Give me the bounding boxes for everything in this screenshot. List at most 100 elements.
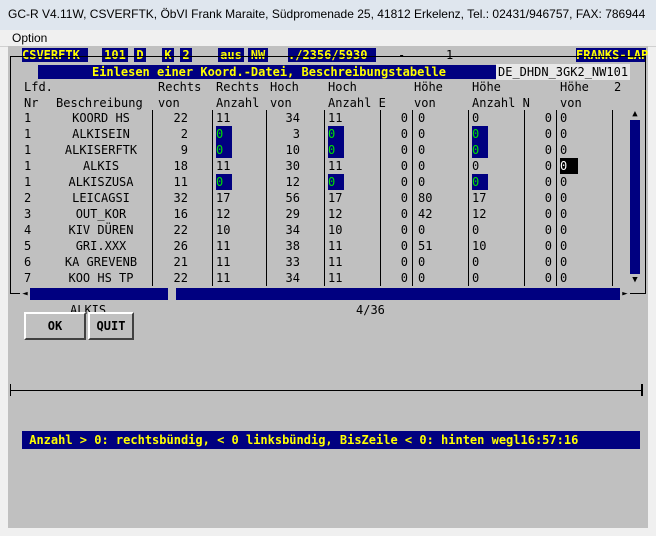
cell-e: 0: [400, 207, 408, 221]
cell-desc: KOO HS TP: [68, 271, 134, 285]
cell-n: 0: [544, 271, 552, 285]
console-area: CSVERFTK 101 D K 2 aus NW ./2356/5930 - …: [8, 46, 648, 528]
scroll-up-icon[interactable]: ▲: [630, 108, 640, 120]
divider-left-cap: [10, 384, 11, 396]
cell-hov: 42: [418, 207, 433, 221]
cell-rv: 21: [173, 255, 188, 269]
cell-hv: 56: [285, 191, 300, 205]
cell-ha: 11: [328, 159, 343, 173]
cell-nr: 1: [24, 159, 32, 173]
cell-n: 0: [544, 223, 552, 237]
col-hoehe-2: Höhe: [472, 80, 501, 94]
cell-n: 0: [544, 239, 552, 253]
table-row[interactable]: 2 LEICAGSI 32 17 56 17 0 80 17 0 0: [8, 190, 628, 206]
scroll-left-icon[interactable]: ◄: [20, 288, 30, 300]
col-two: 2: [614, 80, 622, 94]
cell-hoa: 0: [472, 174, 502, 190]
cell-nr: 1: [24, 175, 32, 189]
col-rechts-von: von: [158, 96, 180, 110]
cell-hoa: 0: [472, 255, 480, 269]
cell-h2: 0: [560, 255, 568, 269]
cell-e: 0: [400, 255, 408, 269]
cell-ha: 11: [328, 111, 343, 125]
record-position: 4/36: [356, 303, 385, 317]
highlighted-value: 0: [328, 142, 344, 158]
cell-nr: 6: [24, 255, 32, 269]
highlighted-value: 0: [216, 174, 232, 190]
cell-rv: 26: [173, 239, 188, 253]
cell-e: 0: [400, 191, 408, 205]
highlighted-value: 0: [472, 142, 488, 158]
cell-ra: 0: [216, 174, 246, 190]
cell-ra: 0: [216, 142, 246, 158]
table-row[interactable]: 1 ALKISZUSA 11 0 12 0 0 0 0 0 0: [8, 174, 628, 190]
cell-h2: 0: [560, 111, 568, 125]
cell-h2: 0: [560, 175, 568, 189]
table-row[interactable]: 6 KA GREVENB 21 11 33 11 0 0 0 0 0: [8, 254, 628, 270]
table-row[interactable]: 1 ALKIS 18 11 30 11 0 0 0 0 0: [8, 158, 628, 174]
horizontal-scroll-thumb[interactable]: [168, 288, 176, 300]
cell-ha: 0: [328, 126, 358, 142]
cell-ra: 12: [216, 207, 231, 221]
table-row[interactable]: 1 KOORD HS 22 11 34 11 0 0 0 0 0: [8, 110, 628, 126]
title-bar[interactable]: GC-R V4.11W, CSVERFTK, ÖbVI Frank Marait…: [0, 0, 656, 31]
col-hoehe-1: Höhe: [414, 80, 443, 94]
cell-rv: 22: [173, 111, 188, 125]
cell-e: 0: [400, 127, 408, 141]
table-row[interactable]: 1 ALKISERFTK 9 0 10 0 0 0 0 0 0: [8, 142, 628, 158]
table-row[interactable]: 1 ALKISEIN 2 0 3 0 0 0 0 0 0: [8, 126, 628, 142]
cell-hoa: 0: [472, 159, 480, 173]
ok-button[interactable]: OK: [24, 312, 86, 340]
cell-desc: ALKISEIN: [72, 127, 130, 141]
cell-ra: 11: [216, 159, 231, 173]
cell-hov: 0: [418, 159, 426, 173]
cell-e: 0: [400, 159, 408, 173]
horizontal-scrollbar[interactable]: ◄ ►: [20, 288, 630, 300]
table-id-field[interactable]: DE_DHDN_3GK2_NW101: [496, 64, 631, 80]
cell-nr: 7: [24, 271, 32, 285]
table-row[interactable]: 5 GRI.XXX 26 11 38 11 0 51 10 0 0: [8, 238, 628, 254]
cursor-cell[interactable]: 0: [560, 158, 578, 174]
cell-hv: 38: [285, 239, 300, 253]
cell-ha: 17: [328, 191, 343, 205]
cell-hoa: 0: [472, 111, 480, 125]
cell-hov: 0: [418, 143, 426, 157]
cell-nr: 5: [24, 239, 32, 253]
table-row[interactable]: 3 OUT_KOR 16 12 29 12 0 42 12 0 0: [8, 206, 628, 222]
scroll-down-icon[interactable]: ▼: [630, 274, 640, 286]
cell-desc: OUT_KOR: [75, 207, 127, 221]
cell-e: 0: [400, 175, 408, 189]
divider-right-cap: [641, 384, 643, 396]
quit-button[interactable]: QUIT: [88, 312, 134, 340]
table-row[interactable]: 7 KOO HS TP 22 11 34 11 0 0 0 0 0: [8, 270, 628, 286]
cell-ha: 11: [328, 271, 343, 285]
menu-option[interactable]: Option: [12, 31, 47, 45]
cell-desc: KA GREVENB: [64, 255, 138, 269]
cell-n: 0: [544, 111, 552, 125]
highlighted-value: 0: [472, 174, 488, 190]
cell-hv: 34: [285, 111, 300, 125]
cell-desc: ALKISZUSA: [68, 175, 134, 189]
cell-ra: 10: [216, 223, 231, 237]
table-row[interactable]: 4 KIV DÜREN 22 10 34 10 0 0 0 0 0: [8, 222, 628, 238]
cell-hv: 30: [285, 159, 300, 173]
col-hoehe-anzahl-n: Anzahl N: [472, 96, 530, 110]
cell-hov: 0: [418, 175, 426, 189]
cell-hoa: 0: [472, 126, 502, 142]
cell-hov: 0: [418, 127, 426, 141]
cell-h2: 0: [560, 271, 568, 285]
cell-h2: 0: [560, 239, 568, 253]
cell-hov: 0: [418, 223, 426, 237]
cell-hoa: 0: [472, 223, 480, 237]
highlighted-value: 0: [328, 126, 344, 142]
cell-n: 0: [544, 207, 552, 221]
cell-nr: 2: [24, 191, 32, 205]
cell-e: 0: [400, 111, 408, 125]
cell-hv: 34: [285, 223, 300, 237]
scroll-right-icon[interactable]: ►: [620, 288, 630, 300]
cell-hov: 80: [418, 191, 433, 205]
vertical-scrollbar[interactable]: ▲ ▼: [630, 108, 640, 286]
col-hoch-anzahl-e: Anzahl E: [328, 96, 386, 110]
cell-hov: 0: [418, 255, 426, 269]
cell-rv: 16: [173, 207, 188, 221]
